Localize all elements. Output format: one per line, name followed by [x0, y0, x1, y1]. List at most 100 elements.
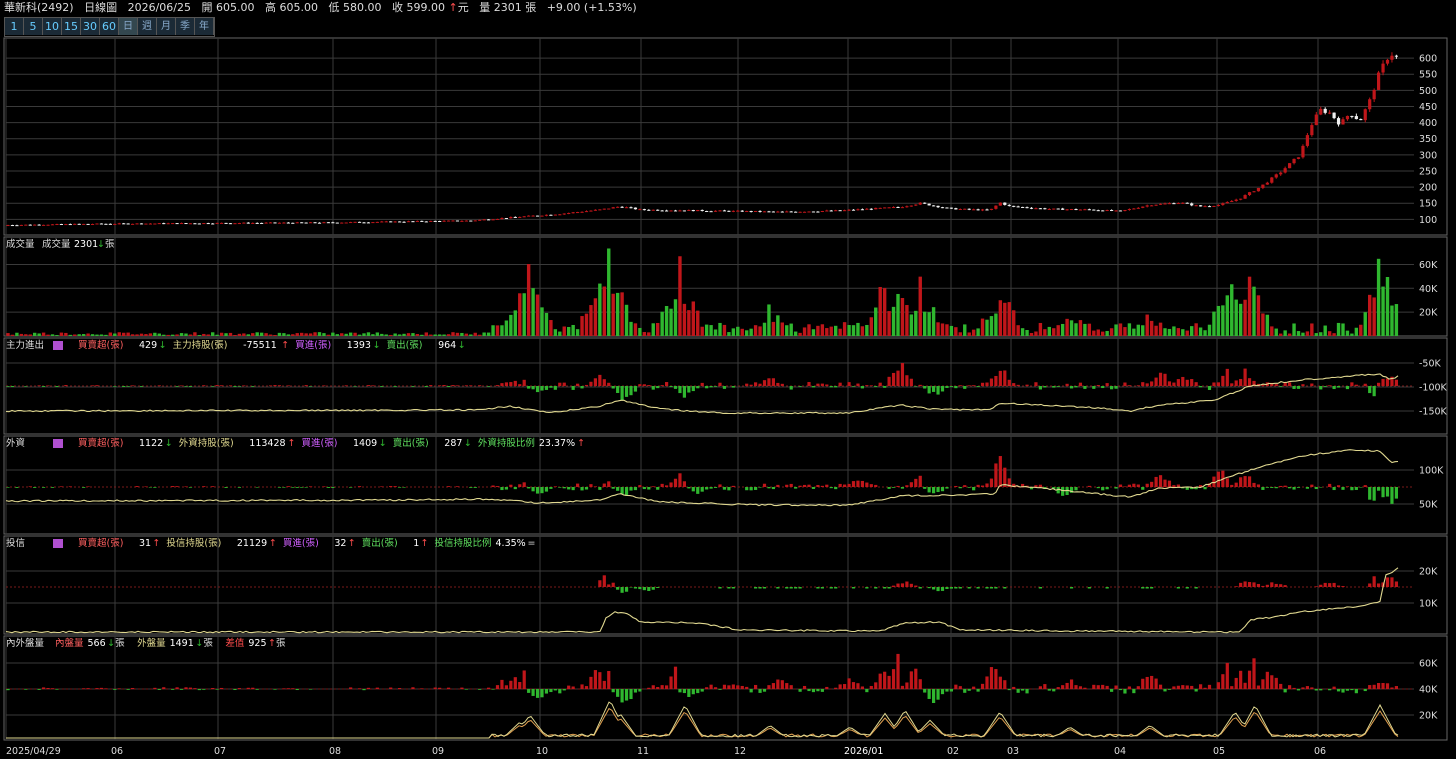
candle-body: [291, 222, 295, 224]
candle-body: [1203, 206, 1207, 208]
candle-body: [1256, 187, 1261, 192]
volume-bar: [335, 334, 339, 336]
net-bar: [665, 685, 669, 689]
net-bar: [1381, 378, 1385, 386]
net-bar: [1314, 487, 1318, 490]
net-bar: [1123, 486, 1127, 487]
net-bar: [914, 668, 918, 689]
net-bar: [553, 386, 557, 390]
net-bar: [994, 587, 998, 589]
volume-bar: [1327, 331, 1332, 336]
volume-bar: [206, 334, 210, 336]
net-bar: [878, 382, 882, 386]
up-arrow-icon: ↑: [577, 438, 585, 449]
net-bar: [1163, 689, 1167, 692]
candle-body: [887, 207, 891, 209]
net-bar: [682, 386, 686, 398]
net-bar: [513, 487, 517, 490]
net-bar: [1252, 658, 1256, 689]
candle-body: [914, 204, 918, 206]
net-bar: [731, 485, 735, 487]
volume-bar: [344, 333, 348, 336]
net-bar: [1132, 689, 1136, 694]
legend-value: 964: [438, 340, 456, 351]
net-bar: [847, 483, 851, 487]
volume-bar: [998, 300, 1003, 336]
net-bar: [905, 682, 909, 689]
net-bar: [1310, 383, 1314, 386]
net-bar: [1319, 584, 1323, 587]
volume-bar: [562, 326, 566, 336]
net-bar: [99, 687, 104, 689]
candle-body: [340, 222, 344, 224]
candle-body: [767, 211, 771, 213]
candle-body: [927, 203, 931, 206]
net-bar: [794, 487, 798, 489]
net-bar: [90, 385, 95, 386]
net-bar: [874, 484, 878, 487]
net-bar: [380, 486, 384, 487]
net-bar: [193, 688, 197, 689]
net-bar: [918, 679, 922, 689]
net-bar: [709, 684, 713, 689]
volume-bar: [776, 315, 780, 336]
candle-body: [762, 211, 767, 213]
net-bar: [1225, 478, 1229, 487]
volume-bar: [736, 326, 740, 336]
candle-body: [771, 211, 775, 213]
net-bar: [713, 687, 718, 689]
net-bar: [816, 689, 820, 692]
candle-body: [491, 219, 495, 221]
volume-bar: [1310, 323, 1314, 336]
volume-bar: [535, 294, 540, 336]
down-arrow-icon: ↓: [107, 638, 115, 649]
net-bar: [985, 483, 989, 487]
net-bar: [1087, 587, 1091, 589]
volume-bar: [758, 326, 762, 336]
net-bar: [1292, 386, 1296, 389]
net-bar: [851, 587, 856, 589]
net-bar: [522, 482, 526, 487]
net-bar: [1007, 689, 1011, 691]
net-bar: [567, 487, 571, 490]
net-bar: [994, 463, 998, 487]
candle-body: [1145, 205, 1149, 207]
volume-bar: [1381, 286, 1385, 336]
net-bar: [829, 386, 833, 388]
legend-value: 1122: [139, 438, 163, 449]
candle-body: [220, 222, 224, 224]
net-bar: [500, 487, 504, 491]
net-bar: [976, 386, 980, 387]
candle-body: [1118, 210, 1123, 212]
volume-bar: [1109, 328, 1114, 336]
net-bar: [1052, 689, 1056, 692]
net-bar: [1083, 386, 1087, 389]
volume-bar: [1185, 330, 1189, 336]
panel-tick-label: -50K: [1419, 359, 1442, 370]
volume-bar: [638, 327, 642, 336]
volume-bar: [1247, 276, 1252, 336]
candle-body: [117, 223, 121, 225]
net-bar: [762, 483, 767, 487]
volume-bar: [148, 333, 153, 336]
net-bar: [856, 683, 860, 689]
candle-body: [1185, 202, 1189, 204]
net-bar: [1203, 487, 1207, 490]
net-bar: [651, 685, 655, 689]
net-bar: [762, 380, 767, 386]
net-bar: [767, 487, 771, 489]
legend-name: 差值: [225, 637, 245, 649]
legend-name: 賣出(張): [362, 537, 398, 549]
net-bar: [1145, 383, 1149, 386]
candle-body: [19, 224, 23, 226]
net-bar: [989, 478, 994, 487]
legend-unit: 張: [276, 638, 286, 649]
net-bar: [958, 487, 962, 489]
net-bar: [1118, 484, 1123, 487]
volume-bar: [1114, 324, 1118, 336]
net-bar: [909, 482, 913, 487]
volume-bar: [780, 322, 784, 336]
volume-bar: [522, 293, 526, 336]
net-bar: [1096, 384, 1100, 386]
up-arrow-icon: ↑: [348, 538, 356, 549]
